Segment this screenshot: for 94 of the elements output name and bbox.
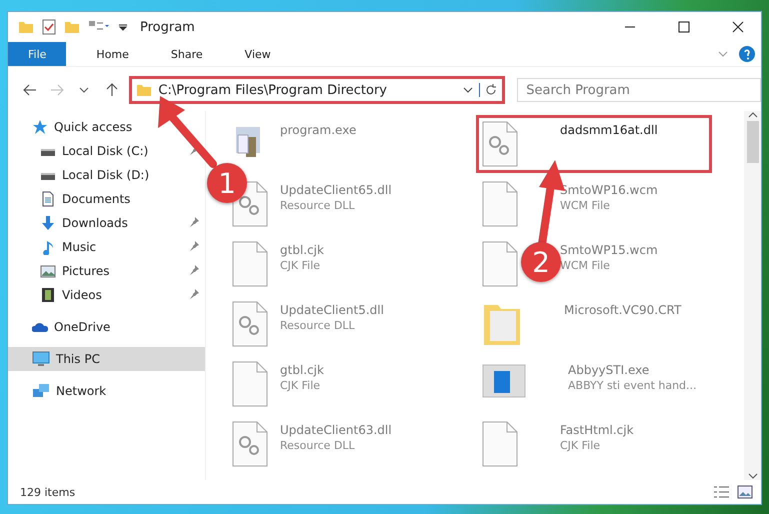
nav-item[interactable]: Pictures: [8, 259, 205, 283]
pin-icon: [189, 217, 199, 227]
gear-file-icon: [232, 421, 268, 467]
nav-label: OneDrive: [54, 320, 110, 334]
file-name[interactable]: UpdateClient63.dll: [280, 423, 392, 437]
refresh-icon[interactable]: [479, 83, 498, 97]
monitor-icon: [32, 351, 50, 367]
scrollbar[interactable]: [744, 111, 761, 480]
up-arrow-icon[interactable]: [106, 83, 118, 97]
nav-item[interactable]: OneDrive: [8, 315, 205, 339]
nav-label: Network: [56, 384, 106, 398]
file-name[interactable]: program.exe: [280, 123, 356, 137]
nav-item[interactable]: Downloads: [8, 211, 205, 235]
document-icon: [40, 191, 56, 207]
file-name[interactable]: FastHtml.cjk: [560, 423, 634, 437]
nav-label: Downloads: [62, 216, 128, 230]
ribbon-tab[interactable]: View: [228, 42, 287, 66]
gear-file-icon: [482, 121, 518, 167]
gear-file-icon: [232, 301, 268, 347]
help-icon[interactable]: [739, 46, 755, 62]
file-type: WCM File: [560, 199, 611, 212]
file-name[interactable]: dadsmm16at.dll: [560, 123, 658, 137]
pin-icon: [189, 265, 199, 275]
step-number-badge: 1: [207, 163, 247, 203]
folder-icon: [136, 82, 152, 98]
nav-item[interactable]: Documents: [8, 187, 205, 211]
scroll-down-icon[interactable]: [748, 472, 758, 480]
nav-label: Local Disk (C:): [62, 144, 148, 158]
pin-icon: [189, 241, 199, 251]
address-path: C:\Program Files\Program Directory: [158, 82, 388, 98]
star-icon: [32, 119, 48, 135]
scroll-up-icon[interactable]: [748, 111, 758, 119]
file-name[interactable]: AbbyySTI.exe: [568, 363, 697, 377]
annotation-arrow: [158, 96, 217, 168]
chevron-down-icon[interactable]: [463, 86, 474, 94]
folder-icon: [18, 19, 34, 35]
window-title: Program: [140, 20, 195, 34]
properties-icon[interactable]: [42, 19, 56, 35]
file-name[interactable]: gtbl.cjk: [280, 363, 324, 377]
file-name[interactable]: SmtoWP15.wcm: [560, 243, 658, 257]
file-type: WCM File: [560, 259, 611, 272]
file-type: CJK File: [280, 259, 322, 272]
nav-label: Local Disk (D:): [62, 168, 150, 182]
back-arrow-icon[interactable]: [22, 84, 37, 96]
nav-item[interactable]: Local Disk (C:): [8, 139, 205, 163]
maximize-icon[interactable]: [678, 21, 690, 33]
pin-icon: [189, 289, 199, 299]
file-type: CJK File: [560, 439, 602, 452]
details-view-icon[interactable]: [713, 485, 731, 499]
nav-label: Music: [62, 240, 96, 254]
file-type: Resource DLL: [280, 439, 356, 452]
chevron-down-icon[interactable]: [79, 86, 90, 94]
ribbon-tab[interactable]: Share: [154, 42, 219, 66]
download-icon: [40, 215, 56, 231]
new-folder-icon: [64, 19, 80, 35]
nav-item[interactable]: Videos: [8, 283, 205, 307]
nav-label: Pictures: [62, 264, 110, 278]
file-name[interactable]: Microsoft.VC90.CRT: [564, 303, 682, 317]
nav-item[interactable]: Local Disk (D:): [8, 163, 205, 187]
nav-label: Documents: [62, 192, 130, 206]
nav-label: This PC: [56, 352, 100, 366]
scrollbar-thumb[interactable]: [746, 121, 758, 163]
step-number-badge: 2: [521, 242, 561, 282]
search-field[interactable]: Search Program: [517, 78, 761, 102]
item-count: 129 items: [20, 486, 76, 498]
file-icon: [232, 241, 268, 287]
file-icon: [482, 241, 518, 287]
ribbon-tab[interactable]: Home: [80, 42, 145, 66]
close-icon[interactable]: [732, 21, 744, 33]
file-type: Resource DLL: [280, 319, 356, 332]
nav-label: Quick access: [54, 120, 132, 134]
file-name[interactable]: SmtoWP16.wcm: [560, 183, 658, 197]
file-name[interactable]: gtbl.cjk: [280, 243, 324, 257]
file-type: CJK File: [280, 379, 322, 392]
file-icon: [482, 181, 518, 227]
nav-item[interactable]: Music: [8, 235, 205, 259]
file-name[interactable]: UpdateClient5.dll: [280, 303, 384, 317]
film-icon: [40, 287, 56, 303]
nav-label: Videos: [62, 288, 102, 302]
file-name[interactable]: UpdateClient65.dll: [280, 183, 392, 197]
nav-item[interactable]: Quick access: [8, 115, 205, 139]
file-icon: [232, 361, 268, 407]
nav-item[interactable]: Network: [8, 379, 205, 403]
music-icon: [40, 239, 56, 255]
picture-icon: [40, 263, 56, 279]
address-bar[interactable]: C:\Program Files\Program Directory: [129, 76, 506, 104]
file-icon: [482, 421, 518, 467]
file-type: Resource DLL: [280, 199, 356, 212]
large-icons-view-icon[interactable]: [737, 485, 753, 499]
file-menu-button[interactable]: File: [8, 42, 66, 66]
nav-item[interactable]: This PC: [8, 347, 205, 371]
file-type: ABBYY sti event hand...: [568, 379, 697, 392]
dropdown-icon[interactable]: [118, 22, 128, 32]
network-icon: [32, 383, 50, 399]
